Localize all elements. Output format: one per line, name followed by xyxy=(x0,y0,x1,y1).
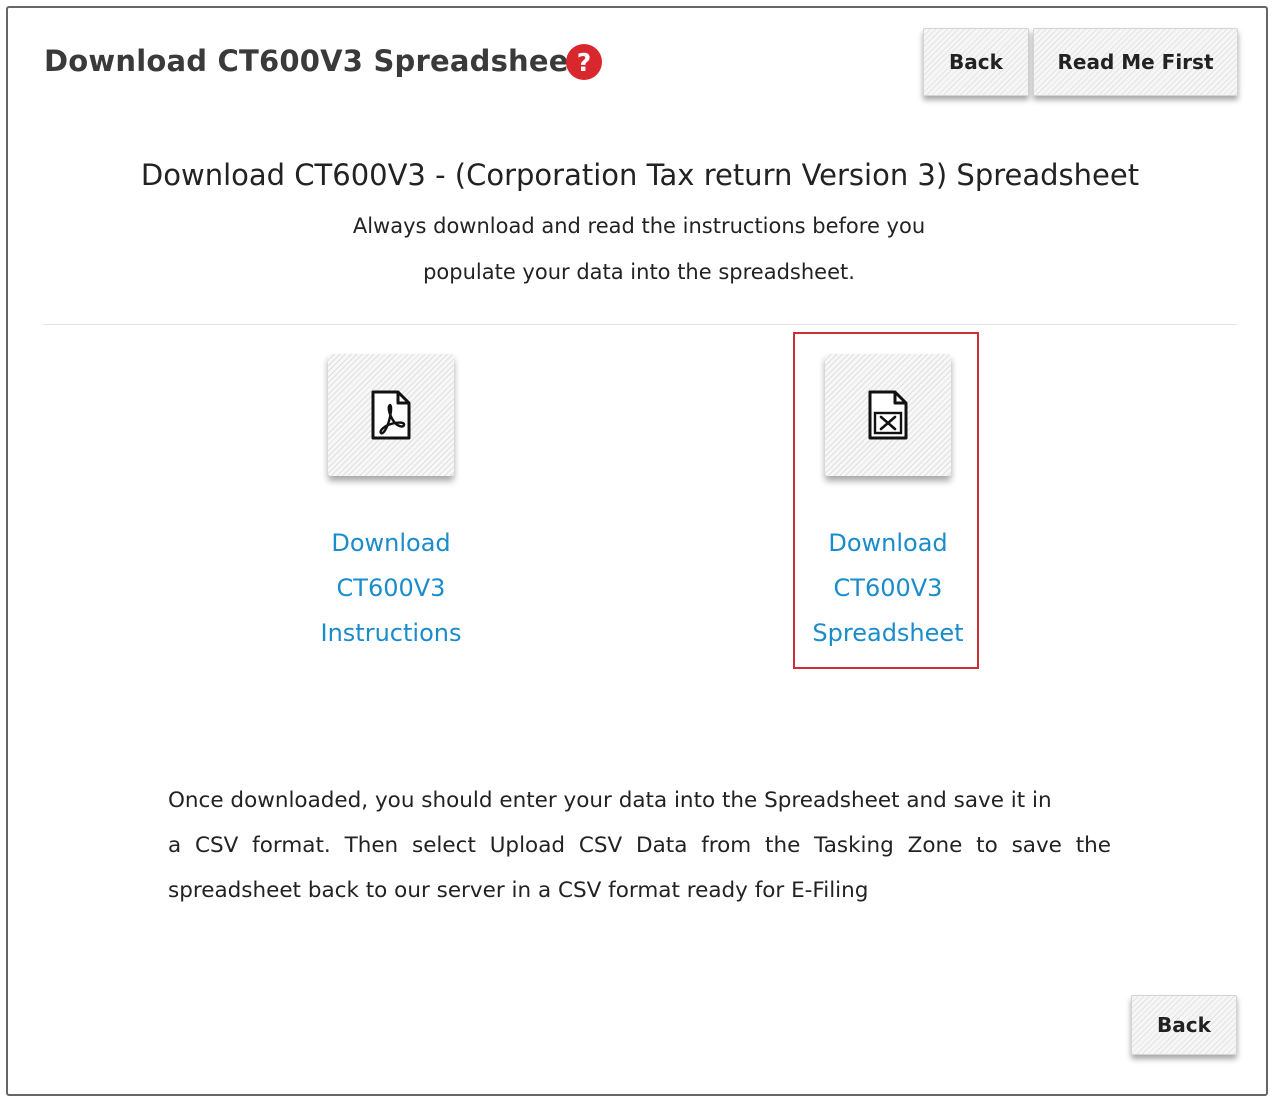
info-line-2: a CSV format. Then select Upload CSV Dat… xyxy=(168,833,1111,858)
download-instructions-link-line-1[interactable]: Download xyxy=(241,529,541,557)
back-button-bottom[interactable]: Back xyxy=(1131,995,1237,1055)
info-line-3: spreadsheet back to our server in a CSV … xyxy=(168,878,869,903)
read-me-first-button[interactable]: Read Me First xyxy=(1033,28,1238,96)
instruction-line-2: populate your data into the spreadsheet. xyxy=(423,260,855,284)
info-paragraph: Once downloaded, you should enter your d… xyxy=(168,778,1111,913)
page-title: Download CT600V3 Spreadsheet xyxy=(44,44,583,78)
download-instructions-tile[interactable] xyxy=(328,354,454,476)
download-heading: Download CT600V3 - (Corporation Tax retu… xyxy=(140,158,1140,192)
download-instructions-link-line-3[interactable]: Instructions xyxy=(241,619,541,647)
svg-text:?: ? xyxy=(577,48,592,77)
download-instructions-link-line-2[interactable]: CT600V3 xyxy=(241,574,541,602)
spreadsheet-highlight-box xyxy=(793,332,979,669)
back-button-top[interactable]: Back xyxy=(923,28,1029,96)
instruction-line-1: Always download and read the instruction… xyxy=(352,214,926,238)
divider xyxy=(43,324,1237,325)
pdf-file-icon xyxy=(371,390,411,440)
info-line-1: Once downloaded, you should enter your d… xyxy=(168,788,1052,813)
help-icon[interactable]: ? xyxy=(566,44,602,80)
